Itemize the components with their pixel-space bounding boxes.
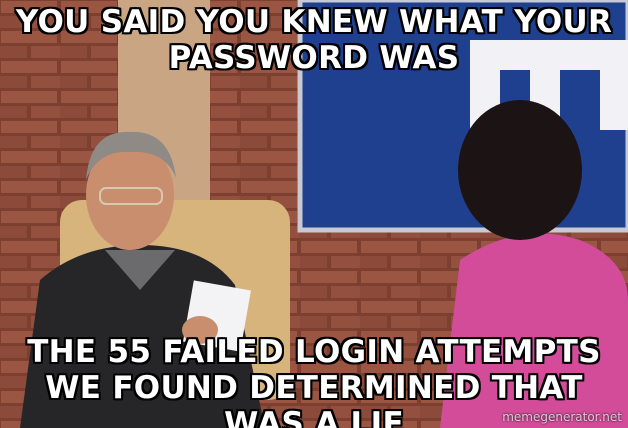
meme-container: YOU SAID YOU KNEW WHAT YOUR PASSWORD WAS… — [0, 0, 628, 428]
watermark-text: memegenerator.net — [502, 410, 622, 424]
top-caption: YOU SAID YOU KNEW WHAT YOUR PASSWORD WAS — [15, 4, 613, 76]
guest-head — [458, 100, 582, 240]
